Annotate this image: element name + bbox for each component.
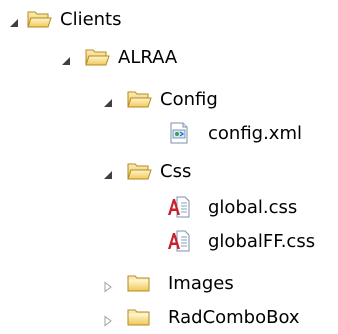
tree-item-label: Css bbox=[160, 161, 192, 182]
tree-item-label: config.xml bbox=[208, 123, 302, 144]
expanded-arrow-icon[interactable] bbox=[60, 52, 72, 65]
tree-item-label: RadComboBox bbox=[168, 307, 300, 328]
tree-item-label: ALRAA bbox=[118, 47, 178, 68]
css-file-icon bbox=[166, 195, 192, 219]
expanded-arrow-icon[interactable] bbox=[8, 14, 20, 27]
xml-file-icon bbox=[166, 121, 192, 145]
collapsed-arrow-icon[interactable] bbox=[102, 312, 114, 327]
folder-open-icon bbox=[26, 7, 52, 31]
tree-item-label: Clients bbox=[60, 9, 122, 30]
tree-item-label: Images bbox=[168, 273, 234, 294]
tree-item-globalff-css[interactable]: globalFF.css bbox=[0, 226, 338, 258]
collapsed-arrow-icon[interactable] bbox=[102, 278, 114, 293]
tree-item-css[interactable]: Css bbox=[0, 156, 338, 188]
folder-closed-icon bbox=[126, 305, 152, 329]
folder-open-icon bbox=[126, 87, 152, 111]
tree-item-label: globalFF.css bbox=[208, 231, 316, 252]
tree-item-images[interactable]: Images bbox=[0, 268, 338, 300]
tree-item-config[interactable]: Config bbox=[0, 84, 338, 116]
tree-item-alraa[interactable]: ALRAA bbox=[0, 42, 338, 74]
tree-item-label: global.css bbox=[208, 197, 298, 218]
css-file-icon bbox=[166, 229, 192, 253]
solution-tree: Clients ALRAA Config config.xml Css glob… bbox=[0, 0, 338, 331]
expanded-arrow-icon[interactable] bbox=[102, 166, 114, 179]
tree-item-global-css[interactable]: global.css bbox=[0, 192, 338, 224]
folder-open-icon bbox=[126, 159, 152, 183]
tree-item-label: Config bbox=[160, 89, 218, 110]
folder-open-icon bbox=[84, 45, 110, 69]
expanded-arrow-icon[interactable] bbox=[102, 94, 114, 107]
folder-closed-icon bbox=[126, 271, 152, 295]
tree-item-radcombobox[interactable]: RadComboBox bbox=[0, 302, 338, 334]
tree-item-config-xml[interactable]: config.xml bbox=[0, 118, 338, 150]
tree-item-clients[interactable]: Clients bbox=[0, 4, 338, 36]
